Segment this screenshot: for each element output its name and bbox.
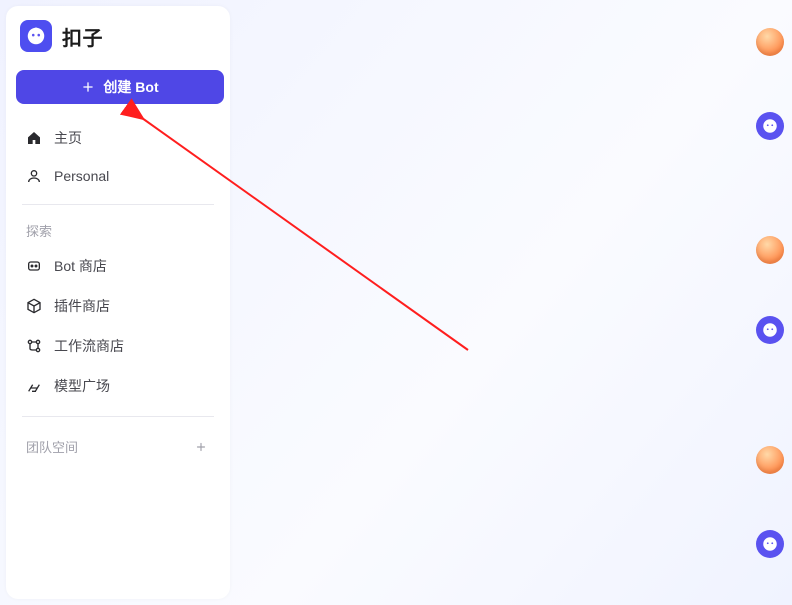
create-bot-button[interactable]: 创建 Bot <box>16 70 224 104</box>
explore-section-label: 探索 <box>16 217 220 246</box>
divider <box>22 416 214 417</box>
add-team-button[interactable] <box>192 438 210 456</box>
rail-avatar-2[interactable] <box>756 112 784 140</box>
sidebar-item-model-plaza[interactable]: 模型广场 <box>16 366 220 406</box>
workflow-store-icon <box>26 338 42 354</box>
brand-row: 扣子 <box>16 20 220 52</box>
sidebar-item-bot-store[interactable]: Bot 商店 <box>16 246 220 286</box>
bot-store-icon <box>26 258 42 274</box>
sidebar-item-plugin-store[interactable]: 插件商店 <box>16 286 220 326</box>
divider <box>22 204 214 205</box>
brand-logo <box>20 20 52 52</box>
person-icon <box>26 168 42 184</box>
sidebar-item-label: Bot 商店 <box>54 256 107 276</box>
plus-icon <box>81 80 95 94</box>
right-rail <box>754 0 788 605</box>
plugin-store-icon <box>26 298 42 314</box>
rail-avatar-5[interactable] <box>756 446 784 474</box>
rail-avatar-1[interactable] <box>756 28 784 56</box>
sidebar-item-home[interactable]: 主页 <box>16 118 220 158</box>
sidebar-item-label: 工作流商店 <box>54 336 124 356</box>
logo-icon <box>25 25 47 47</box>
plus-icon <box>194 440 208 454</box>
model-plaza-icon <box>26 378 42 394</box>
rail-avatar-4[interactable] <box>756 316 784 344</box>
sidebar-item-personal[interactable]: Personal <box>16 158 220 194</box>
sidebar-item-label: 主页 <box>54 128 82 148</box>
sidebar-item-label: 模型广场 <box>54 376 110 396</box>
sidebar: 扣子 创建 Bot 主页 Personal 探索 Bot 商店 插件商店 <box>6 6 230 599</box>
sidebar-item-workflow-store[interactable]: 工作流商店 <box>16 326 220 366</box>
sidebar-item-label: Personal <box>54 168 109 184</box>
home-icon <box>26 130 42 146</box>
rail-avatar-3[interactable] <box>756 236 784 264</box>
team-section-row: 团队空间 <box>16 429 220 464</box>
rail-avatar-6[interactable] <box>756 530 784 558</box>
team-section-label: 团队空间 <box>26 437 78 456</box>
sidebar-item-label: 插件商店 <box>54 296 110 316</box>
brand-name: 扣子 <box>62 22 103 51</box>
create-bot-label: 创建 Bot <box>103 77 158 97</box>
